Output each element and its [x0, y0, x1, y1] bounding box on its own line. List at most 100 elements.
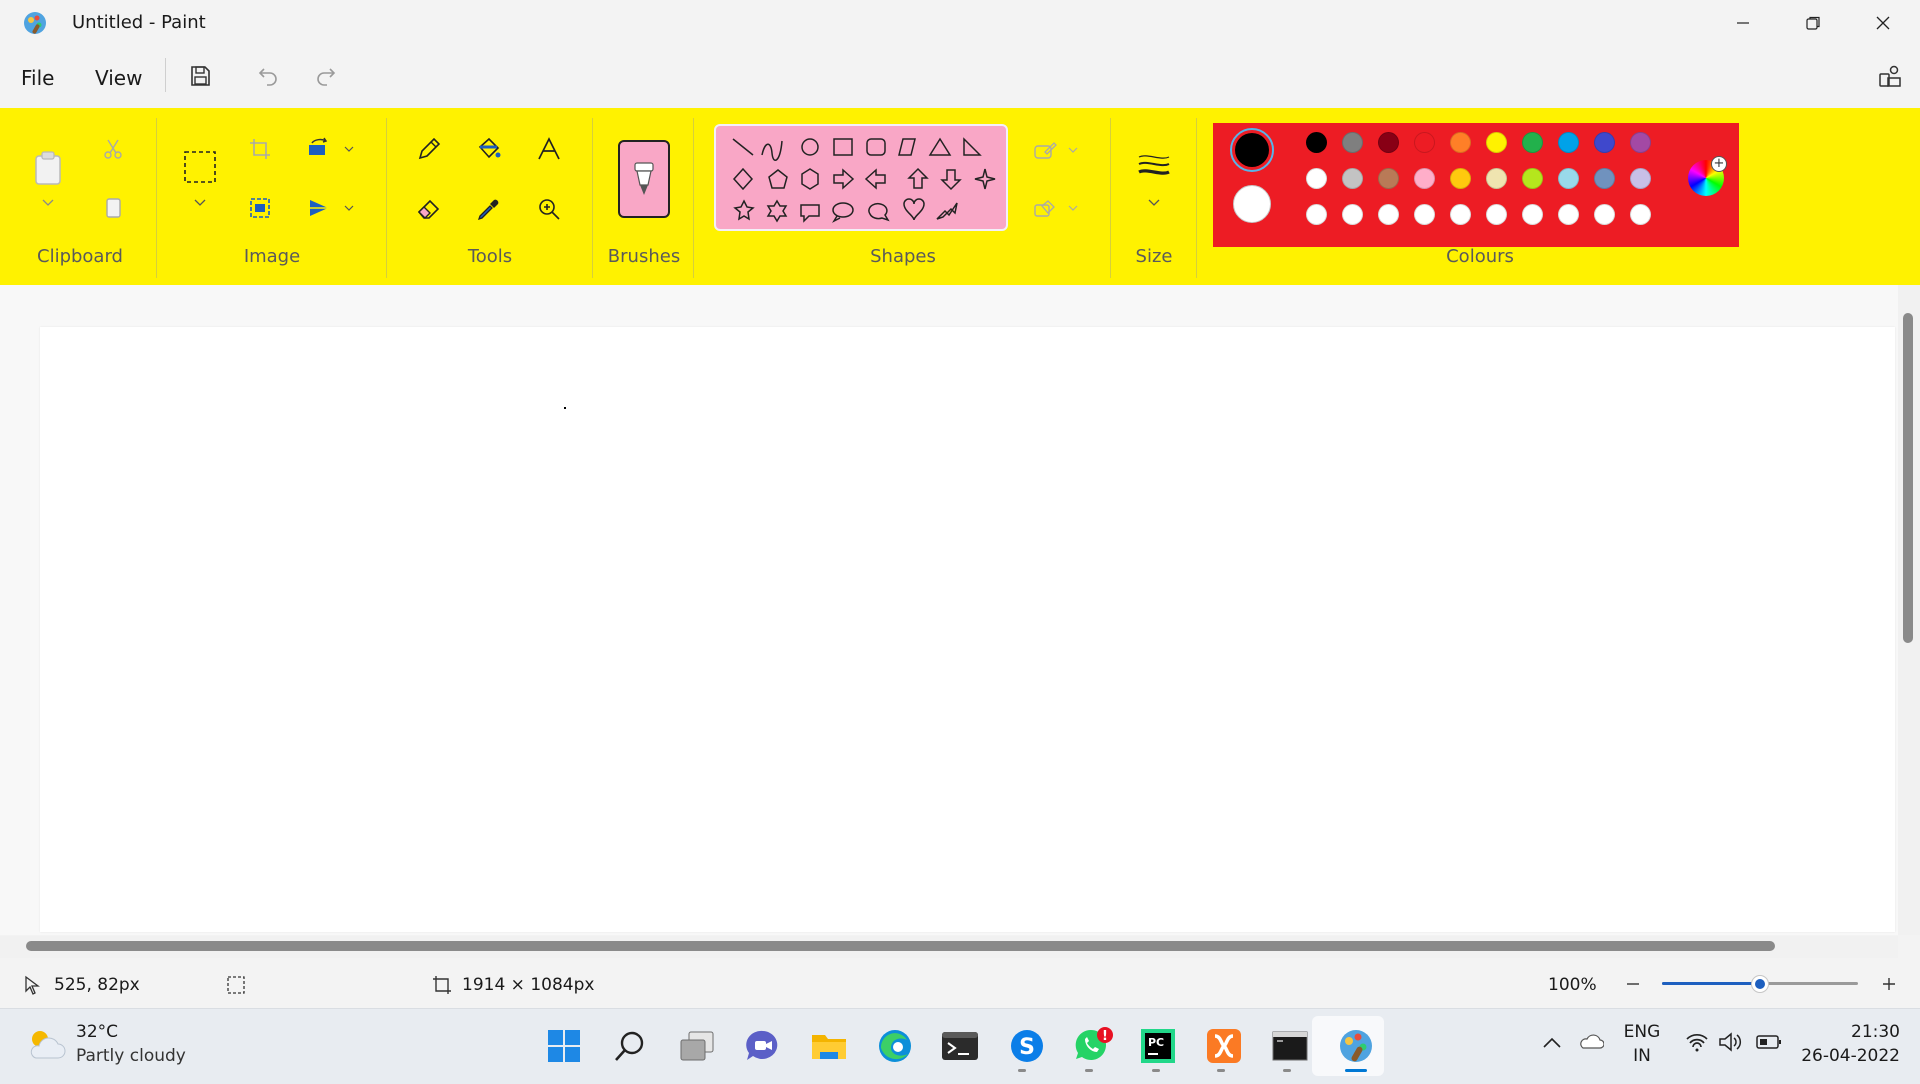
- flip-button[interactable]: [302, 193, 336, 223]
- color-swatch[interactable]: [1306, 132, 1327, 153]
- crop-button[interactable]: [243, 134, 277, 164]
- color-picker-button[interactable]: [472, 192, 506, 226]
- select-button[interactable]: [178, 145, 222, 189]
- language-region[interactable]: IN: [1622, 1046, 1662, 1066]
- battery-icon[interactable]: [1756, 1034, 1782, 1054]
- xampp-button[interactable]: [1200, 1022, 1248, 1070]
- view-menu[interactable]: View: [95, 66, 142, 90]
- color-swatch[interactable]: [1450, 168, 1471, 189]
- text-button[interactable]: [532, 132, 566, 166]
- minimize-button[interactable]: [1708, 0, 1778, 46]
- rotate-button[interactable]: [302, 134, 336, 164]
- paste-dropdown[interactable]: [38, 196, 58, 210]
- color-swatch[interactable]: [1558, 204, 1579, 225]
- command-prompt-button[interactable]: [1266, 1022, 1314, 1070]
- weather-icon[interactable]: [26, 1026, 66, 1066]
- show-hidden-icons-button[interactable]: [1542, 1034, 1562, 1053]
- color-swatch[interactable]: [1630, 204, 1651, 225]
- teams-chat-button[interactable]: [739, 1022, 787, 1070]
- volume-icon[interactable]: [1718, 1032, 1744, 1056]
- language-code[interactable]: ENG: [1622, 1022, 1662, 1042]
- color-swatch[interactable]: [1630, 132, 1651, 153]
- weather-description[interactable]: Partly cloudy: [76, 1046, 186, 1066]
- outline-dropdown[interactable]: [1064, 143, 1082, 157]
- color-swatch[interactable]: [1486, 168, 1507, 189]
- brushes-group-label: Brushes: [607, 246, 681, 267]
- color-swatch[interactable]: [1522, 132, 1543, 153]
- terminal-button[interactable]: [936, 1022, 984, 1070]
- copy-button[interactable]: [96, 193, 130, 223]
- fill-shape-button[interactable]: [1028, 194, 1062, 224]
- close-button[interactable]: [1848, 0, 1918, 46]
- horizontal-scroll-thumb[interactable]: [26, 941, 1775, 951]
- color-swatch[interactable]: [1414, 168, 1435, 189]
- color-swatch[interactable]: [1486, 204, 1507, 225]
- color-swatch[interactable]: [1378, 132, 1399, 153]
- file-explorer-button[interactable]: [805, 1022, 853, 1070]
- zoom-out-button[interactable]: [1624, 973, 1642, 995]
- paste-button[interactable]: [28, 145, 68, 191]
- color-swatch[interactable]: [1558, 168, 1579, 189]
- color-swatch[interactable]: [1342, 132, 1363, 153]
- save-button[interactable]: [180, 58, 220, 94]
- taskbar-search-button[interactable]: [606, 1022, 654, 1070]
- color-swatch[interactable]: [1522, 168, 1543, 189]
- color-swatch[interactable]: [1486, 132, 1507, 153]
- zoom-slider-thumb[interactable]: [1751, 975, 1769, 993]
- magnifier-button[interactable]: [532, 192, 566, 226]
- color-swatch[interactable]: [1342, 204, 1363, 225]
- flip-dropdown[interactable]: [340, 201, 358, 215]
- restore-button[interactable]: [1778, 0, 1848, 46]
- color-swatch[interactable]: [1630, 168, 1651, 189]
- fill-button[interactable]: [472, 132, 506, 166]
- start-button[interactable]: [540, 1022, 588, 1070]
- weather-temperature[interactable]: 32°C: [76, 1022, 118, 1042]
- color-swatch[interactable]: [1342, 168, 1363, 189]
- zoom-in-button[interactable]: [1880, 973, 1898, 995]
- color-swatch[interactable]: [1378, 204, 1399, 225]
- select-dropdown[interactable]: [190, 196, 210, 210]
- zoom-slider[interactable]: [1662, 975, 1858, 993]
- rotate-dropdown[interactable]: [340, 142, 358, 156]
- color-swatch[interactable]: [1558, 132, 1579, 153]
- pycharm-button[interactable]: PC: [1134, 1022, 1182, 1070]
- fill-shape-dropdown[interactable]: [1064, 201, 1082, 215]
- outline-button[interactable]: [1028, 136, 1062, 166]
- undo-button[interactable]: [248, 58, 288, 94]
- resize-button[interactable]: [243, 193, 277, 223]
- color-swatch[interactable]: [1414, 204, 1435, 225]
- size-dropdown[interactable]: [1144, 196, 1164, 210]
- redo-button[interactable]: [306, 58, 346, 94]
- wifi-icon[interactable]: [1685, 1032, 1709, 1056]
- canvas-size-icon: [432, 975, 452, 999]
- secondary-color-button[interactable]: [1233, 185, 1271, 223]
- color-swatch[interactable]: [1306, 204, 1327, 225]
- brushes-button[interactable]: [618, 140, 670, 218]
- cut-button[interactable]: [96, 134, 130, 164]
- color-swatch[interactable]: [1450, 132, 1471, 153]
- skype-button[interactable]: S: [1003, 1022, 1051, 1070]
- edge-button[interactable]: [871, 1022, 919, 1070]
- color-swatch[interactable]: [1450, 204, 1471, 225]
- size-button[interactable]: [1134, 148, 1174, 182]
- task-view-button[interactable]: [673, 1022, 721, 1070]
- eraser-button[interactable]: [412, 192, 446, 226]
- clock-time[interactable]: 21:30: [1800, 1022, 1900, 1042]
- clock-date[interactable]: 26-04-2022: [1790, 1046, 1900, 1066]
- color-swatch[interactable]: [1594, 204, 1615, 225]
- share-account-button[interactable]: [1870, 58, 1910, 94]
- whatsapp-button[interactable]: !: [1069, 1022, 1117, 1070]
- color-swatch[interactable]: [1594, 132, 1615, 153]
- onedrive-icon[interactable]: [1578, 1032, 1605, 1054]
- file-menu[interactable]: File: [21, 66, 54, 90]
- color-swatch[interactable]: [1594, 168, 1615, 189]
- vertical-scroll-thumb[interactable]: [1903, 313, 1913, 643]
- color-swatch[interactable]: [1414, 132, 1435, 153]
- drawing-canvas[interactable]: [40, 327, 1895, 932]
- color-swatch[interactable]: [1306, 168, 1327, 189]
- primary-color-button[interactable]: [1230, 128, 1274, 172]
- color-swatch[interactable]: [1522, 204, 1543, 225]
- paint-taskbar-button[interactable]: [1332, 1022, 1380, 1070]
- pencil-button[interactable]: [412, 132, 446, 166]
- color-swatch[interactable]: [1378, 168, 1399, 189]
